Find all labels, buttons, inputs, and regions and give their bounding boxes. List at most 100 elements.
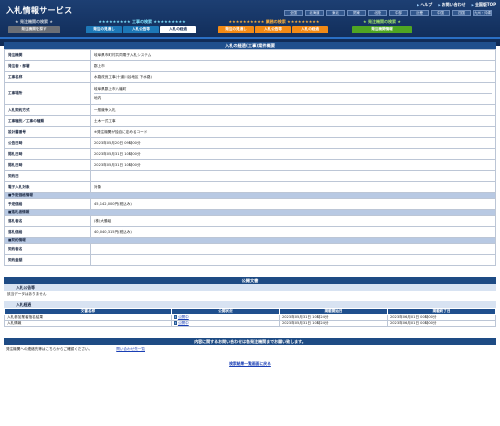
- region-tab[interactable]: 関東: [347, 10, 366, 16]
- region-tab[interactable]: 中部: [389, 10, 408, 16]
- detail-label: 工事場所: [4, 82, 91, 105]
- detail-value: [90, 243, 496, 255]
- org-info-button[interactable]: 発注機関情報: [352, 26, 412, 33]
- detail-label: 発注者・部署: [4, 60, 91, 72]
- detail-value: 水路改良工事(十道川谷地区 下水路): [90, 71, 496, 83]
- detail-label: 開札日時: [4, 148, 91, 160]
- detail-value: 40,040,315円(税込み): [90, 226, 496, 238]
- doc-status-link[interactable]: 公開中: [178, 321, 189, 325]
- detail-value: 岐阜県郡上市八幡町 地内: [90, 82, 496, 105]
- detail-label: 設計書番号: [4, 126, 91, 138]
- document-icon: [173, 321, 177, 325]
- detail-value: 一般競争入札: [90, 104, 496, 116]
- contact-link[interactable]: お問い合わせ: [438, 2, 466, 8]
- region-tab[interactable]: 近畿: [410, 10, 429, 16]
- site-location-line1: 岐阜県郡上市八幡町: [94, 85, 492, 94]
- construction-outlook-tab[interactable]: 発注の見通し: [86, 26, 122, 33]
- detail-label: 予定価格: [4, 198, 91, 210]
- header-divider: [0, 37, 500, 39]
- detail-row: 発注者・部署 郡上市: [4, 60, 496, 72]
- detail-row: 発注機関 岐阜県市町村共同電子入札システム: [4, 49, 496, 61]
- region-tab[interactable]: 北陸: [368, 10, 387, 16]
- contact-bar: 内容に関するお問い合わせは各発注機関までお願い致します。: [4, 338, 496, 345]
- detail-value: 郡上市: [90, 60, 496, 72]
- top-links: ヘルプ お問い合わせ 全国版TOP: [417, 2, 496, 8]
- detail-row: 入札契約方式 一般競争入札: [4, 104, 496, 116]
- table-row: 入札情報 公開中 2023年05月31日 10時24分 2023年06月01日 …: [4, 320, 497, 327]
- tender-notice-head: 入札公告等: [4, 284, 496, 291]
- detail-label: 工事名称: [4, 71, 91, 83]
- detail-value: (株)大勝組: [90, 215, 496, 227]
- bid-history-head: 入札経過: [4, 301, 496, 308]
- detail-value: ※発注機関が独自に定めるコード: [90, 126, 496, 138]
- region-nav: 全国 北海道 東北 関東 北陸 中部 近畿 中国 四国 九州・沖縄: [284, 10, 496, 16]
- site-logo[interactable]: 入札情報サービス: [6, 5, 72, 16]
- detail-label: 発注機関: [4, 49, 91, 61]
- detail-label: 契約者名: [4, 243, 91, 255]
- doc-status-cell: 公開中: [170, 320, 280, 327]
- detail-value: 2023年05月31日 10時00分: [90, 159, 496, 171]
- doc-start: 2023年05月31日 10時24分: [278, 320, 388, 327]
- doc-status-link[interactable]: 公開中: [178, 315, 189, 319]
- service-outlook-tab[interactable]: 発注の見通し: [218, 26, 254, 33]
- region-tab[interactable]: 全国: [284, 10, 303, 16]
- document-icon: [173, 315, 177, 319]
- region-tab[interactable]: 九州・沖縄: [473, 10, 492, 16]
- detail-label: 工事種別／工事の種類: [4, 115, 91, 127]
- detail-value: 岐阜県市町村共同電子入札システム: [90, 49, 496, 61]
- region-tab[interactable]: 四国: [452, 10, 471, 16]
- detail-label: 入札契約方式: [4, 104, 91, 116]
- back-to-results-link[interactable]: 検索結果一覧画面に戻る: [229, 361, 271, 366]
- main-content: 入札の経過(工事)案件概要 発注機関 岐阜県市町村共同電子入札システム 発注者・…: [4, 42, 497, 367]
- detail-label: 落札価格: [4, 226, 91, 238]
- detail-value: 土木一式工事: [90, 115, 496, 127]
- detail-row: 開札日時 2023年05月31日 10時00分: [4, 159, 496, 171]
- national-top-link[interactable]: 全国版TOP: [472, 2, 496, 8]
- contact-row: 発注機関への連絡先等はこちらからご確認ください。 問い合わせ先一覧: [4, 345, 496, 353]
- construction-result-tab[interactable]: 入札の経過: [160, 26, 196, 33]
- site-header: 入札情報サービス ヘルプ お問い合わせ 全国版TOP 全国 北海道 東北 関東 …: [0, 0, 500, 46]
- detail-value: 45,142,000円(税込み): [90, 198, 496, 210]
- detail-row: 工事名称 水路改良工事(十道川谷地区 下水路): [4, 71, 496, 83]
- org-info-title: ★ 発注機関の検索 ★: [363, 19, 401, 24]
- detail-label: 契約金額: [4, 254, 91, 266]
- site-location-line2: 地内: [94, 95, 102, 100]
- back-row: 検索結果一覧画面に戻る: [4, 361, 496, 367]
- detail-row: 契約金額: [4, 254, 496, 266]
- service-search-title: ★★★★★★★★★★ 業務の検索 ★★★★★★★★★: [228, 19, 320, 24]
- region-tab[interactable]: 北海道: [305, 10, 324, 16]
- detail-label: 電子入札対象: [4, 181, 91, 193]
- construction-search-title: ★★★★★★★★★ 工事の検索 ★★★★★★★★★: [98, 19, 186, 24]
- docs-table: 文書名称 公開状況 掲載開始日 掲載終了日 入札参加業者指名結果 公開中 202…: [4, 308, 497, 327]
- org-search-title: ★ 発注機関の検索 ★: [15, 19, 53, 24]
- region-tab[interactable]: 東北: [326, 10, 345, 16]
- detail-value: 2023年05月31日 10時00分: [90, 148, 496, 160]
- contact-list-link[interactable]: 問い合わせ先一覧: [116, 347, 145, 352]
- construction-notice-tab[interactable]: 入札公告等: [123, 26, 159, 33]
- service-result-tab[interactable]: 入札の経過: [292, 26, 328, 33]
- region-tab[interactable]: 中国: [431, 10, 450, 16]
- detail-row: 工事場所 岐阜県郡上市八幡町 地内: [4, 82, 496, 105]
- detail-row: 予定価格 45,142,000円(税込み): [4, 198, 496, 210]
- detail-row: 契約者名: [4, 243, 496, 255]
- detail-row: 電子入札対象 対象: [4, 181, 496, 193]
- doc-name: 入札情報: [4, 320, 172, 327]
- detail-section-title: 入札の経過(工事)案件概要: [4, 42, 496, 49]
- detail-row: 工事種別／工事の種類 土木一式工事: [4, 115, 496, 127]
- detail-row: 落札価格 40,040,315円(税込み): [4, 226, 496, 238]
- detail-label: 落札者名: [4, 215, 91, 227]
- service-notice-tab[interactable]: 入札公告等: [255, 26, 291, 33]
- org-info-category: ★ 発注機関の検索 ★ 発注機関情報: [352, 19, 412, 37]
- detail-value: [90, 170, 496, 182]
- org-search-category: ★ 発注機関の検索 ★ 発注機関を探す: [8, 19, 60, 37]
- docs-section-title: 公開文書: [4, 277, 496, 284]
- contact-text: 発注機関への連絡先等はこちらからご確認ください。: [6, 346, 93, 351]
- detail-row: 落札者名 (株)大勝組: [4, 215, 496, 227]
- help-link[interactable]: ヘルプ: [417, 2, 432, 8]
- detail-label: 契約日: [4, 170, 91, 182]
- detail-row: 設計書番号 ※発注機関が独自に定めるコード: [4, 126, 496, 138]
- detail-label: 公告日時: [4, 137, 91, 149]
- detail-row: 公告日時 2023年05月20日 09時00分: [4, 137, 496, 149]
- service-search-category: ★★★★★★★★★★ 業務の検索 ★★★★★★★★★ 発注の見通し 入札公告等 …: [218, 19, 330, 37]
- find-org-button[interactable]: 発注機関を探す: [8, 26, 60, 33]
